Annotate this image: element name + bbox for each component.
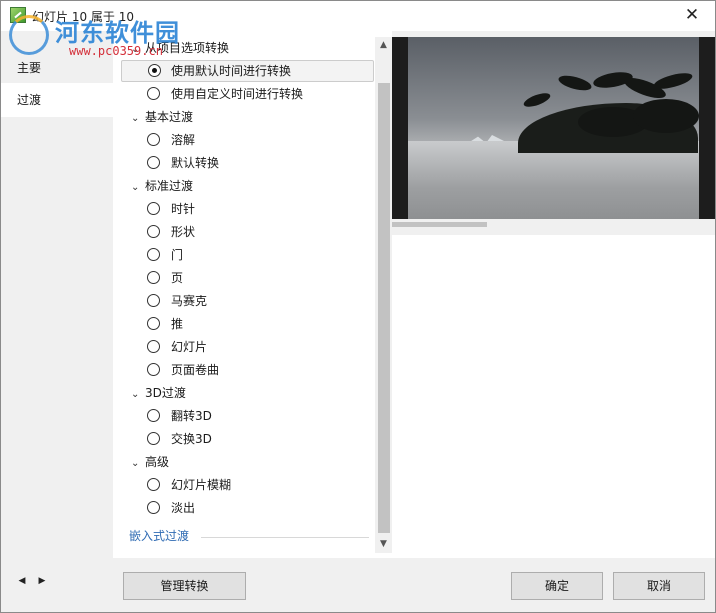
- chevron-down-icon[interactable]: ⌄: [131, 177, 145, 199]
- option-label: 使用自定义时间进行转换: [171, 87, 304, 101]
- bottom-bar: ◀ ▶ 管理转换 确定 取消: [1, 558, 715, 612]
- preview-area: [392, 31, 715, 558]
- radio-button[interactable]: [147, 294, 160, 307]
- radio-button[interactable]: [147, 202, 160, 215]
- nav-item-transition[interactable]: 过渡: [1, 83, 113, 117]
- transition-option[interactable]: 门: [143, 244, 375, 266]
- option-label: 淡出: [171, 501, 196, 515]
- radio-button[interactable]: [147, 432, 160, 445]
- transition-option[interactable]: 推: [143, 313, 375, 335]
- transition-option[interactable]: 时针: [143, 198, 375, 220]
- app-icon: [10, 7, 26, 23]
- transition-tree: ⌄ 从项目选项转换 使用默认时间进行转换 使用自定义时间进行转换 ⌄ 基本过渡 溶解 默认转换…: [113, 31, 375, 558]
- group-header[interactable]: ⌄ 高级: [131, 451, 169, 473]
- option-label: 交换3D: [171, 432, 212, 446]
- radio-button[interactable]: [147, 156, 160, 169]
- left-nav: 主要 过渡: [1, 31, 113, 558]
- transition-option[interactable]: 页: [143, 267, 375, 289]
- arrow-right-icon[interactable]: ▶: [35, 574, 49, 588]
- option-label: 幻灯片模糊: [171, 478, 232, 492]
- radio-button[interactable]: [147, 271, 160, 284]
- option-label: 溶解: [171, 133, 196, 147]
- scrollbar-thumb[interactable]: [378, 83, 390, 533]
- chevron-down-icon[interactable]: ⌄: [131, 384, 145, 406]
- arrow-left-icon[interactable]: ◀: [15, 574, 29, 588]
- group-label: 基本过渡: [145, 110, 194, 124]
- group-label: 高级: [145, 455, 170, 469]
- transition-option[interactable]: 溶解: [143, 129, 375, 151]
- divider: [201, 537, 369, 538]
- manage-transitions-button[interactable]: 管理转换: [123, 572, 246, 600]
- radio-button[interactable]: [147, 248, 160, 261]
- option-label: 推: [171, 317, 184, 331]
- transition-option[interactable]: 使用自定义时间进行转换: [143, 83, 375, 105]
- slide-preview: [392, 37, 715, 219]
- radio-button[interactable]: [147, 317, 160, 330]
- radio-button[interactable]: [147, 225, 160, 238]
- nav-item-main[interactable]: 主要: [1, 51, 113, 85]
- transition-option[interactable]: 翻转3D: [143, 405, 375, 427]
- scroll-down-arrow-icon[interactable]: ▼: [375, 536, 392, 553]
- radio-button[interactable]: [147, 409, 160, 422]
- group-label: 从项目选项转换: [145, 41, 230, 55]
- radio-button[interactable]: [147, 501, 160, 514]
- group-header[interactable]: ⌄ 3D过渡: [131, 382, 186, 404]
- radio-button[interactable]: [147, 478, 160, 491]
- vertical-scrollbar[interactable]: ▲ ▼: [375, 37, 392, 553]
- radio-button[interactable]: [148, 64, 161, 77]
- close-button[interactable]: ✕: [669, 1, 715, 31]
- group-header[interactable]: ⌄ 基本过渡: [131, 106, 193, 128]
- transition-option[interactable]: 马赛克: [143, 290, 375, 312]
- option-label: 翻转3D: [171, 409, 212, 423]
- transition-option[interactable]: 幻灯片: [143, 336, 375, 358]
- transition-option[interactable]: 交换3D: [143, 428, 375, 450]
- transition-option[interactable]: 页面卷曲: [143, 359, 375, 381]
- group-label: 标准过渡: [145, 179, 194, 193]
- title-bar: 幻灯片 10 属于 10 ✕: [1, 1, 715, 31]
- cancel-button[interactable]: 取消: [613, 572, 705, 600]
- option-label: 默认转换: [171, 156, 220, 170]
- radio-button[interactable]: [147, 340, 160, 353]
- chevron-down-icon[interactable]: ⌄: [131, 453, 145, 475]
- transition-option[interactable]: 形状: [143, 221, 375, 243]
- radio-button[interactable]: [147, 133, 160, 146]
- option-label: 形状: [171, 225, 196, 239]
- preview-properties-area: [392, 235, 715, 558]
- radio-button[interactable]: [147, 363, 160, 376]
- option-label: 时针: [171, 202, 196, 216]
- horizontal-scrollbar[interactable]: [392, 221, 715, 229]
- chevron-down-icon[interactable]: ⌄: [131, 108, 145, 130]
- transition-option[interactable]: 使用默认时间进行转换: [121, 60, 374, 82]
- ok-button[interactable]: 确定: [511, 572, 603, 600]
- radio-button[interactable]: [147, 87, 160, 100]
- transition-option[interactable]: 默认转换: [143, 152, 375, 174]
- embedded-transitions-label: 嵌入式过渡: [129, 529, 190, 543]
- scroll-up-arrow-icon[interactable]: ▲: [375, 37, 392, 54]
- transition-option[interactable]: 淡出: [143, 497, 375, 519]
- transition-list-panel: ⌄ 从项目选项转换 使用默认时间进行转换 使用自定义时间进行转换 ⌄ 基本过渡 溶解 默认转换…: [113, 31, 392, 558]
- transition-dialog: 幻灯片 10 属于 10 ✕ 主要 过渡 ⌄ 从项目选项转换 使用默认时间进行转换使…: [0, 0, 716, 613]
- window-title: 幻灯片 10 属于 10: [32, 10, 134, 24]
- option-label: 马赛克: [171, 294, 208, 308]
- hscrollbar-thumb[interactable]: [392, 222, 487, 227]
- group-header[interactable]: ⌄ 从项目选项转换: [131, 37, 229, 59]
- option-label: 使用默认时间进行转换: [171, 64, 292, 78]
- preview-image: [408, 37, 699, 219]
- group-header[interactable]: ⌄ 标准过渡: [131, 175, 193, 197]
- option-label: 幻灯片: [171, 340, 208, 354]
- group-label: 3D过渡: [145, 386, 186, 400]
- transition-option[interactable]: 幻灯片模糊: [143, 474, 375, 496]
- option-label: 门: [171, 248, 184, 262]
- option-label: 页: [171, 271, 184, 285]
- chevron-down-icon[interactable]: ⌄: [131, 39, 145, 61]
- option-label: 页面卷曲: [171, 363, 220, 377]
